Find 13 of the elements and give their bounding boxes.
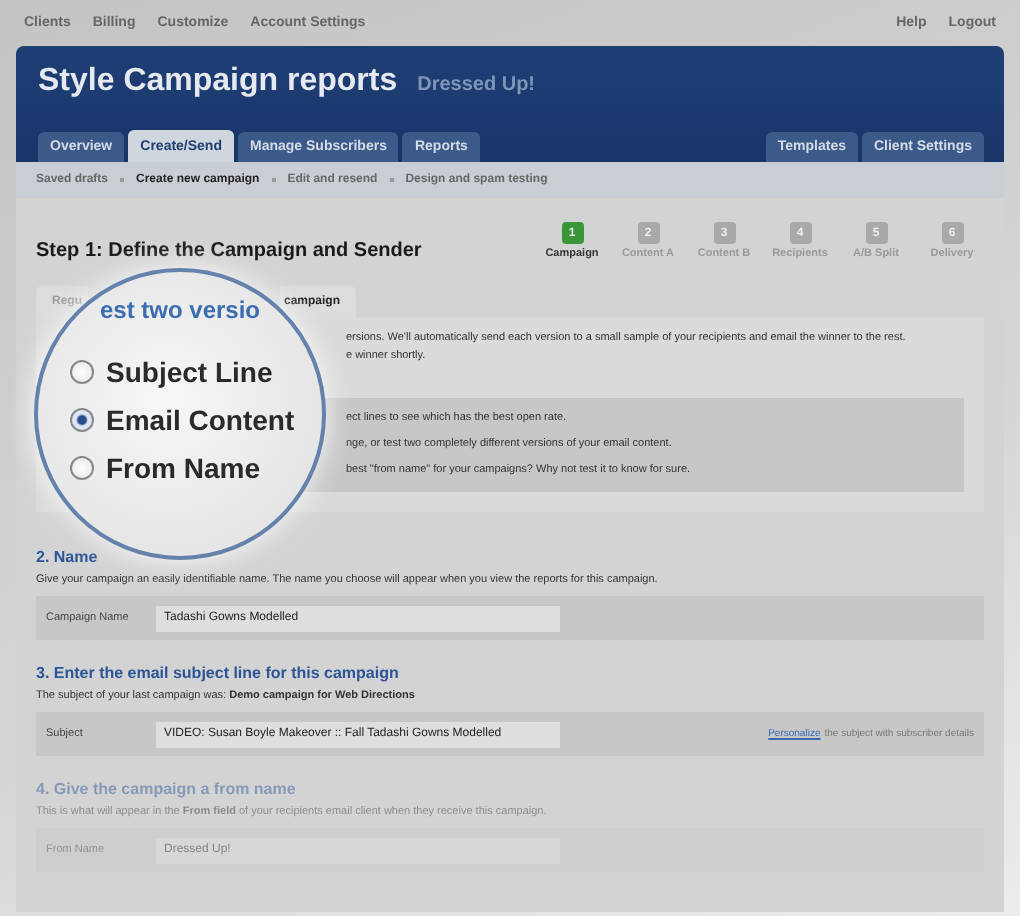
radio-button[interactable] [70,408,94,432]
radio-option[interactable]: Subject Line [70,356,295,388]
section-heading: 2. Name [36,548,100,566]
step-title: Step 1: Define the Campaign and Sender [36,240,422,262]
radio-option[interactable]: Email Content [70,404,295,436]
magnified-heading: est two versio [99,296,261,324]
section-heading: 4. Give the campaign a from name [36,780,298,798]
page-title: Style Campaign reports [38,64,398,100]
radio-button[interactable] [70,360,94,384]
client-name: Dressed Up! [417,74,536,96]
radio-button[interactable] [70,456,94,480]
radio-option[interactable]: From Name [70,452,295,484]
section-heading: 3. Enter the email subject line for this campaign [36,664,401,682]
